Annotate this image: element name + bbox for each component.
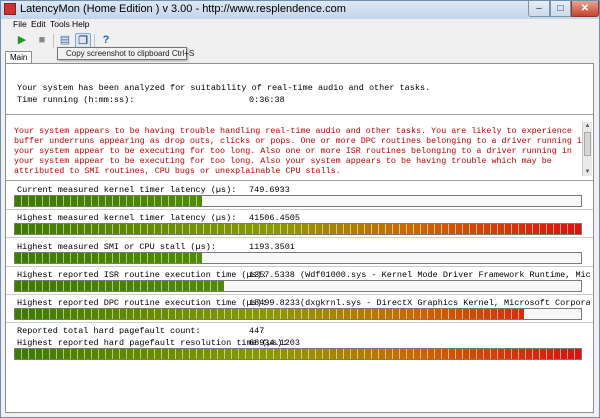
bar-segments [15,349,581,359]
warning-text-box: Your system appears to be having trouble… [10,120,587,176]
metric-driver-note: (dxgkrnl.sys - DirectX Graphics Kernel, … [300,298,590,308]
latency-bar [14,308,582,320]
latency-bar-fill [15,281,225,291]
scroll-up-icon[interactable]: ▲ [583,122,592,130]
warning-line: your system appear to be executing for t… [14,156,552,166]
divider [6,180,593,181]
metric-value: 1357.5338 [249,270,295,280]
metric-label: Highest reported DPC routine execution t… [17,298,267,308]
close-button[interactable]: ✕ [571,1,599,17]
metric-value: 68934.1203 [249,338,301,348]
scroll-thumb[interactable] [584,132,591,156]
latency-bar-fill [15,253,202,263]
warning-line: your system appear to be executing for t… [14,146,572,156]
latency-bar [14,280,582,292]
latency-bar-fill [15,349,581,359]
latency-bar [14,195,582,207]
metric-driver-note: (Wdf01000.sys - Kernel Mode Driver Frame… [300,270,590,280]
menu-tools[interactable]: Tools [50,19,70,29]
stop-icon[interactable]: ■ [34,33,50,49]
minimize-button[interactable]: – [528,1,550,17]
metric-label: Reported total hard pagefault count: [17,326,201,336]
bar-segments [15,253,202,263]
metric-label: Highest measured SMI or CPU stall (µs): [17,242,216,252]
metric-value: 18499.8233 [249,298,301,308]
menu-file[interactable]: File [13,19,27,29]
metric-label: Current measured kernel timer latency (µ… [17,185,237,195]
bar-segments [15,281,225,291]
divider [6,266,593,267]
play-icon[interactable]: ▶ [14,33,30,49]
bar-segments [15,224,581,234]
divider [6,114,593,115]
latency-bar [14,348,582,360]
bar-segments [15,309,525,319]
app-window: LatencyMon (Home Edition ) v 3.00 - http… [0,0,600,418]
divider [6,322,593,323]
divider [6,237,593,238]
latency-bar [14,223,582,235]
metric-label: Highest reported hard pagefault resoluti… [17,338,288,348]
latency-bar-fill [15,309,525,319]
time-running-label: Time running (h:mm:ss): [17,95,135,105]
title-bar[interactable]: LatencyMon (Home Edition ) v 3.00 - http… [1,1,599,20]
metric-label: Highest measured kernel timer latency (µ… [17,213,237,223]
metric-value: 41506.4505 [249,213,301,223]
metric-label: Highest reported ISR routine execution t… [17,270,267,280]
metric-value: 447 [249,326,265,336]
maximize-button[interactable]: □ [550,1,571,17]
window-title: LatencyMon (Home Edition ) v 3.00 - http… [20,3,346,15]
warning-line: attributed to SMI routines, CPU bugs or … [14,166,341,176]
toolbar-separator [94,34,95,48]
warning-line: Your system appears to be having trouble… [14,126,572,136]
menu-edit[interactable]: Edit [31,19,46,29]
warning-line: buffer underruns appearing as drop outs,… [14,136,587,146]
metric-value: 1193.3501 [249,242,295,252]
menu-bar: File Edit Tools Help [1,19,599,32]
main-panel: Your system has been analyzed for suitab… [5,63,594,413]
scroll-down-icon[interactable]: ▼ [583,168,592,176]
time-running-value: 0:36:38 [249,95,285,105]
latency-bar-fill [15,196,202,206]
latency-bar [14,252,582,264]
divider [6,294,593,295]
divider [6,209,593,210]
tooltip: Copy screenshot to clipboard Ctrl+S [57,47,194,60]
latency-bar-fill [15,224,581,234]
metric-value: 749.6933 [249,185,290,195]
menu-help[interactable]: Help [72,19,89,29]
warning-scrollbar[interactable]: ▲ ▼ [582,122,592,176]
toolbar-separator [53,34,54,48]
app-icon [4,3,16,15]
bar-segments [15,196,202,206]
analysis-summary: Your system has been analyzed for suitab… [17,83,431,93]
